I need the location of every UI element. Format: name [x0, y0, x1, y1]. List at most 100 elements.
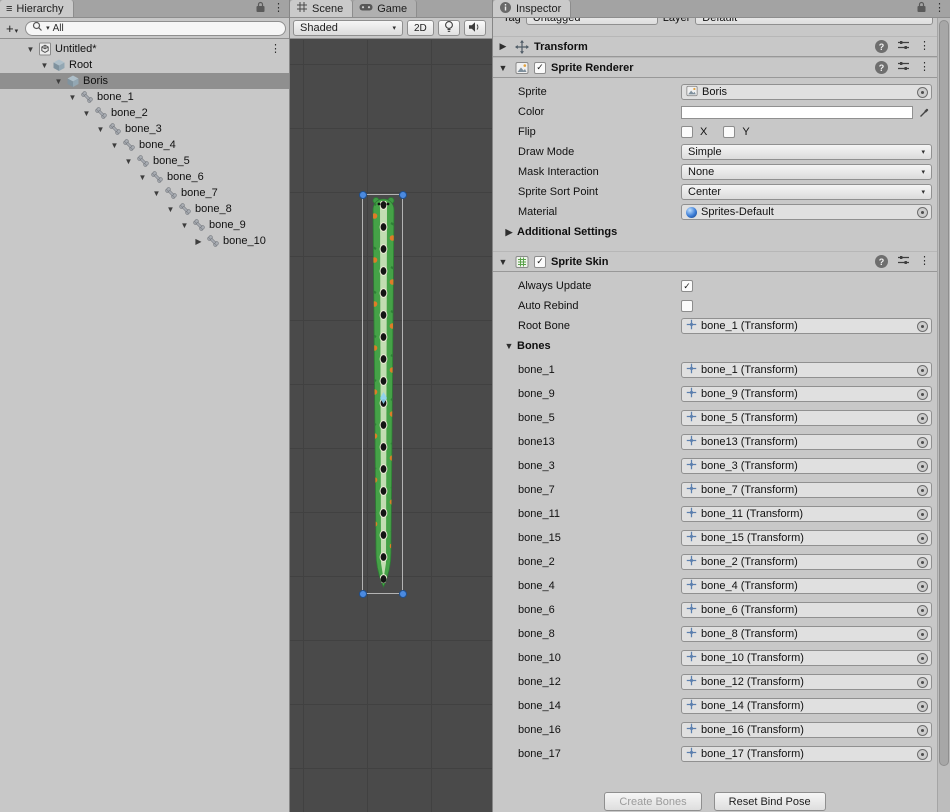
presets-icon[interactable]	[897, 60, 910, 75]
hierarchy-row[interactable]: ▼ Root	[0, 57, 289, 73]
hierarchy-row[interactable]: ▼ bone_2	[0, 105, 289, 121]
scrollbar-thumb[interactable]	[939, 20, 949, 766]
kebab-menu-icon[interactable]: ⋮	[919, 62, 930, 73]
bone-object-field[interactable]: bone_14 (Transform)	[681, 698, 932, 714]
hierarchy-row[interactable]: ▶ bone_10	[0, 233, 289, 249]
object-picker-icon[interactable]	[917, 701, 928, 712]
object-picker-icon[interactable]	[917, 605, 928, 616]
foldout-arrow-icon[interactable]: ▶	[497, 41, 509, 52]
tab-hierarchy[interactable]: ≡ Hierarchy	[0, 0, 74, 17]
foldout-arrow-icon[interactable]: ▼	[38, 61, 51, 70]
foldout-arrow-icon[interactable]: ▼	[164, 205, 177, 214]
foldout-arrow-icon[interactable]: ▼	[52, 77, 65, 86]
object-picker-icon[interactable]	[917, 629, 928, 640]
bone-object-field[interactable]: bone_5 (Transform)	[681, 410, 932, 426]
object-picker-icon[interactable]	[917, 653, 928, 664]
kebab-menu-icon[interactable]: ⋮	[270, 44, 289, 55]
2d-toggle-button[interactable]: 2D	[407, 20, 434, 36]
hierarchy-search-input[interactable]: ▾ All	[25, 21, 286, 36]
kebab-menu-icon[interactable]: ⋮	[273, 3, 284, 14]
foldout-arrow-icon[interactable]: ▼	[66, 93, 79, 102]
object-picker-icon[interactable]	[917, 485, 928, 496]
hierarchy-row[interactable]: ▼ bone_8	[0, 201, 289, 217]
audio-toggle-button[interactable]	[464, 20, 486, 36]
object-picker-icon[interactable]	[917, 413, 928, 424]
selection-handle-bottom-right[interactable]	[399, 590, 407, 598]
foldout-arrow-icon[interactable]: ▼	[122, 157, 135, 166]
foldout-arrow-icon[interactable]: ▼	[108, 141, 121, 150]
tab-inspector[interactable]: Inspector	[493, 0, 571, 17]
hierarchy-row[interactable]: ▼ bone_5	[0, 153, 289, 169]
object-picker-icon[interactable]	[917, 321, 928, 332]
bone-object-field[interactable]: bone_3 (Transform)	[681, 458, 932, 474]
presets-icon[interactable]	[897, 254, 910, 269]
kebab-menu-icon[interactable]: ⋮	[919, 41, 930, 52]
layer-dropdown[interactable]: Default	[695, 18, 933, 25]
sprite-skin-enabled-checkbox[interactable]: ✓	[534, 256, 546, 268]
lock-icon[interactable]	[916, 1, 927, 16]
lock-icon[interactable]	[255, 1, 266, 16]
hierarchy-row[interactable]: ▼ bone_3	[0, 121, 289, 137]
object-picker-icon[interactable]	[917, 557, 928, 568]
foldout-arrow-icon[interactable]: ▼	[80, 109, 93, 118]
bone-object-field[interactable]: bone_16 (Transform)	[681, 722, 932, 738]
always-update-checkbox[interactable]: ✓	[681, 280, 693, 292]
flip-x-checkbox[interactable]	[681, 126, 693, 138]
foldout-arrow-icon[interactable]: ▼	[178, 221, 191, 230]
help-icon[interactable]: ?	[875, 40, 888, 53]
foldout-arrow-icon[interactable]: ▼	[136, 173, 149, 182]
object-picker-icon[interactable]	[917, 749, 928, 760]
sprite-renderer-enabled-checkbox[interactable]: ✓	[534, 62, 546, 74]
additional-settings-foldout[interactable]: ▶ Additional Settings	[493, 222, 937, 242]
presets-icon[interactable]	[897, 39, 910, 54]
hierarchy-row[interactable]: ▼ bone_1	[0, 89, 289, 105]
bone-object-field[interactable]: bone_2 (Transform)	[681, 554, 932, 570]
mask-interaction-dropdown[interactable]: None ▾	[681, 164, 932, 180]
object-picker-icon[interactable]	[917, 581, 928, 592]
bone-object-field[interactable]: bone13 (Transform)	[681, 434, 932, 450]
material-object-field[interactable]: Sprites-Default	[681, 204, 932, 220]
eyedropper-icon[interactable]	[917, 106, 932, 118]
bone-object-field[interactable]: bone_6 (Transform)	[681, 602, 932, 618]
root-bone-object-field[interactable]: bone_1 (Transform)	[681, 318, 932, 334]
hierarchy-row[interactable]: ▼ bone_6	[0, 169, 289, 185]
hierarchy-row[interactable]: ▼ Boris	[0, 73, 289, 89]
draw-mode-dropdown[interactable]: Simple ▾	[681, 144, 932, 160]
foldout-arrow-icon[interactable]: ▼	[497, 257, 509, 267]
lighting-toggle-button[interactable]	[438, 20, 460, 36]
sort-point-dropdown[interactable]: Center ▾	[681, 184, 932, 200]
hierarchy-row[interactable]: ▼ bone_4	[0, 137, 289, 153]
foldout-arrow-icon[interactable]: ▼	[150, 189, 163, 198]
bone-object-field[interactable]: bone_17 (Transform)	[681, 746, 932, 762]
scene-viewport[interactable]	[290, 40, 492, 812]
bone-object-field[interactable]: bone_8 (Transform)	[681, 626, 932, 642]
object-picker-icon[interactable]	[917, 87, 928, 98]
bone-object-field[interactable]: bone_4 (Transform)	[681, 578, 932, 594]
object-picker-icon[interactable]	[917, 533, 928, 544]
bone-object-field[interactable]: bone_11 (Transform)	[681, 506, 932, 522]
object-picker-icon[interactable]	[917, 677, 928, 688]
color-swatch[interactable]	[681, 106, 913, 119]
bone-object-field[interactable]: bone_10 (Transform)	[681, 650, 932, 666]
help-icon[interactable]: ?	[875, 255, 888, 268]
object-picker-icon[interactable]	[917, 437, 928, 448]
foldout-arrow-icon[interactable]: ▼	[94, 125, 107, 134]
kebab-menu-icon[interactable]: ⋮	[934, 3, 945, 14]
auto-rebind-checkbox[interactable]	[681, 300, 693, 312]
sprite-renderer-component-header[interactable]: ▼ ✓ Sprite Renderer ? ⋮	[493, 57, 937, 78]
sprite-object-field[interactable]: Boris	[681, 84, 932, 100]
bones-foldout[interactable]: ▼ Bones	[493, 336, 937, 356]
bone-object-field[interactable]: bone_12 (Transform)	[681, 674, 932, 690]
object-picker-icon[interactable]	[917, 365, 928, 376]
selection-handle-top-left[interactable]	[359, 191, 367, 199]
flip-y-checkbox[interactable]	[723, 126, 735, 138]
bone-object-field[interactable]: bone_15 (Transform)	[681, 530, 932, 546]
object-picker-icon[interactable]	[917, 725, 928, 736]
tab-scene[interactable]: Scene	[290, 0, 353, 17]
foldout-arrow-icon[interactable]: ▼	[24, 45, 37, 54]
foldout-arrow-icon[interactable]: ▼	[497, 63, 509, 73]
object-picker-icon[interactable]	[917, 207, 928, 218]
create-object-button[interactable]: + ▾	[3, 21, 21, 36]
selection-handle-bottom-left[interactable]	[359, 590, 367, 598]
bone-object-field[interactable]: bone_9 (Transform)	[681, 386, 932, 402]
